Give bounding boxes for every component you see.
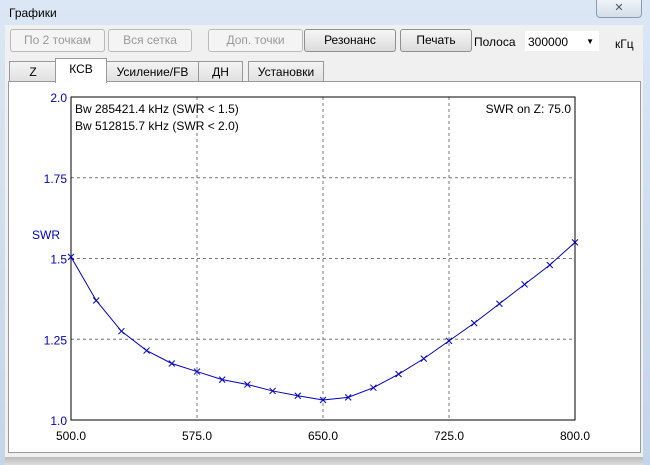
y-tick-label: 1.5 [50,253,67,267]
data-point-marker [370,384,377,392]
extra-points-button[interactable]: Доп. точки [208,29,303,52]
annotation-bw-20: Bw 512815.7 kHz (SWR < 2.0) [75,119,239,133]
data-point-marker [546,261,554,269]
data-point-marker [470,319,478,327]
client-area: По 2 точкам Вся сетка Доп. точки Резонан… [5,25,643,465]
data-point-marker [496,300,503,308]
x-tick-label: 575.0 [182,429,212,443]
all-grid-button[interactable]: Вся сетка [108,29,192,52]
data-point-marker [395,370,402,378]
annotation-bw-15: Bw 285421.4 kHz (SWR < 1.5) [75,102,239,116]
data-point-marker [92,297,100,304]
tab-pattern[interactable]: ДН [198,61,243,82]
print-button[interactable]: Печать [400,29,472,52]
y-tick-label: 1.0 [50,414,67,428]
x-tick-label: 800.0 [560,429,590,443]
swr-chart: 500.0 575.0 650.0 725.0 800.0 1.0 1.25 1.5 1.75 2… [32,91,590,443]
close-button[interactable]: ✕ [596,0,642,18]
annotation-swr-on-z: SWR on Z: 75.0 [486,102,572,116]
band-unit: кГц [615,37,634,51]
band-select[interactable]: 300000 ▼ [525,31,599,51]
y-axis-label: SWR [32,228,60,242]
bottom-table-strip [5,457,643,465]
graphs-window: Графики ✕ По 2 точкам Вся сетка Доп. точ… [0,0,650,465]
chart-panel: 500.0 575.0 650.0 725.0 800.0 1.0 1.25 1.5 1.75 2… [8,81,641,453]
band-value: 300000 [528,35,569,49]
data-point-marker [420,355,428,362]
x-tick-label: 725.0 [434,429,464,443]
resonance-button[interactable]: Резонанс [304,29,396,52]
tab-z[interactable]: Z [9,61,57,82]
tab-settings[interactable]: Установки [248,61,324,82]
x-tick-label: 650.0 [308,429,338,443]
y-tick-label: 1.75 [44,172,68,186]
x-tick-label: 500.0 [56,429,86,443]
tab-swr[interactable]: КСВ [55,58,107,83]
chevron-down-icon: ▼ [586,37,594,46]
y-tick-label: 2.0 [50,91,67,105]
by-two-points-button[interactable]: По 2 точкам [10,29,105,52]
data-point-marker [521,280,528,288]
data-point-marker [118,327,125,335]
data-point-marker [168,360,176,367]
data-point-marker [143,347,150,354]
y-tick-label: 1.25 [44,333,68,347]
tab-gain-fb[interactable]: Усиление/FB [105,61,200,82]
band-label: Полоса [474,35,516,49]
window-title: Графики [9,6,57,20]
